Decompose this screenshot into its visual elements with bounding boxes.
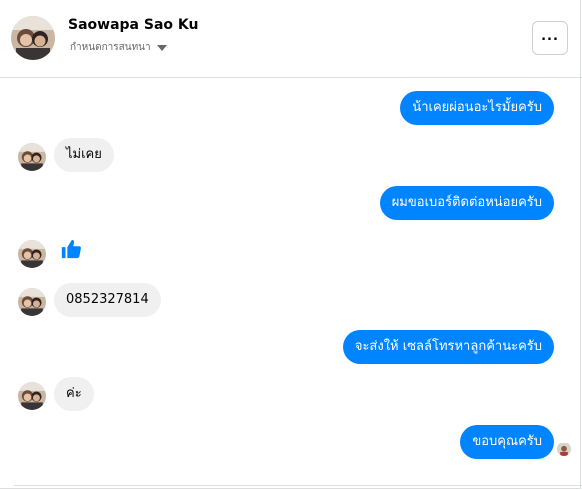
sender-avatar[interactable] xyxy=(18,288,46,316)
more-options-label: ... xyxy=(541,28,559,44)
outgoing-message[interactable]: จะส่งให้ เซลล์โทรหาลูกค้านะครับ xyxy=(342,330,554,364)
sender-avatar[interactable] xyxy=(18,143,46,171)
more-options-button[interactable]: ... xyxy=(532,21,568,55)
conversation-options[interactable]: กำหนดการสนทนา xyxy=(70,40,167,55)
outgoing-message[interactable]: ผมขอเบอร์ติดต่อหน่อยครับ xyxy=(379,186,554,220)
incoming-message[interactable]: ค่ะ xyxy=(54,377,94,411)
conversation-options-label: กำหนดการสนทนา xyxy=(70,42,151,53)
caret-down-icon xyxy=(156,44,167,51)
contact-avatar[interactable] xyxy=(11,16,55,60)
incoming-message[interactable]: 0852327814 xyxy=(54,283,161,317)
sender-avatar[interactable] xyxy=(18,240,46,268)
read-receipt-avatar xyxy=(557,442,571,456)
sender-avatar[interactable] xyxy=(18,382,46,410)
outgoing-message[interactable]: น้าเคยผ่อนอะไรมั้ยครับ xyxy=(400,91,554,125)
contact-name[interactable]: Saowapa Sao Ku xyxy=(68,17,198,33)
chat-header: Saowapa Sao Ku กำหนดการสนทนา ... xyxy=(0,0,582,78)
composer-divider xyxy=(14,485,582,486)
outgoing-message[interactable]: ขอบคุณครับ xyxy=(460,425,554,459)
incoming-message[interactable]: ไม่เคย xyxy=(54,138,114,172)
thumbs-up-icon[interactable] xyxy=(60,238,82,264)
